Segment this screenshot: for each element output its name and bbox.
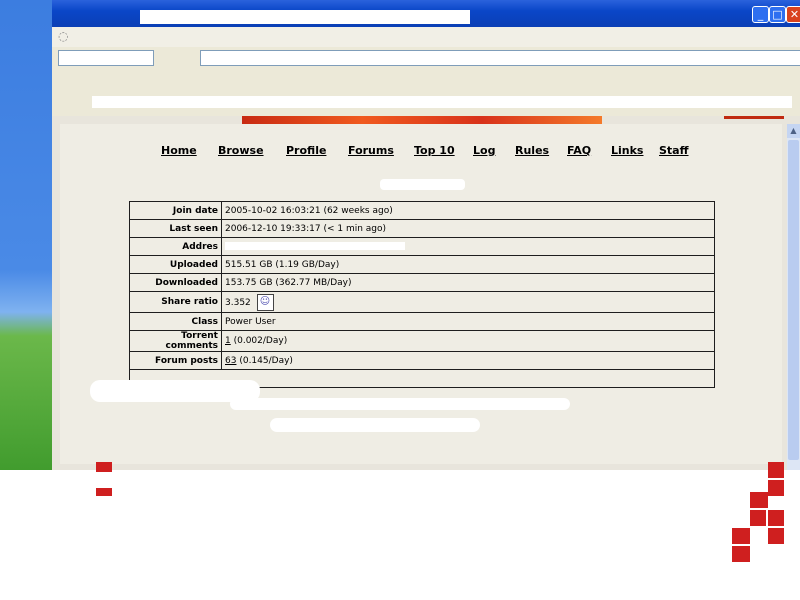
share-ratio-label: Share ratio xyxy=(129,291,222,313)
browser-toolbar: ◌ xyxy=(52,27,800,47)
nav-faq[interactable]: FAQ xyxy=(567,144,591,157)
nav-forums[interactable]: Forums xyxy=(348,144,394,157)
last-seen-label: Last seen xyxy=(129,219,222,238)
nav-top10[interactable]: Top 10 xyxy=(414,144,455,157)
site-banner xyxy=(242,116,602,124)
nav-home[interactable]: Home xyxy=(161,144,197,157)
main-nav: Home Browse Profile Forums Top 10 Log Ru… xyxy=(60,144,782,162)
address-label: Addres xyxy=(129,237,222,256)
nav-browse[interactable]: Browse xyxy=(218,144,264,157)
join-date-label: Join date xyxy=(129,201,222,220)
class-label: Class xyxy=(129,312,222,331)
torrent-comments-link[interactable]: 1 xyxy=(225,336,231,346)
decoration-square xyxy=(732,528,750,544)
address-row xyxy=(52,47,800,69)
loading-throbber-icon: ◌ xyxy=(58,29,69,43)
decoration-square xyxy=(96,488,112,496)
ratio-smiley-icon: ☺ xyxy=(256,293,274,311)
decoration-square xyxy=(750,510,766,526)
banner-accent xyxy=(724,116,784,119)
table-row xyxy=(90,369,715,432)
forum-posts-rate: (0.145/Day) xyxy=(239,355,293,366)
search-field[interactable] xyxy=(58,50,154,66)
page-content: Home Browse Profile Forums Top 10 Log Ru… xyxy=(60,124,782,464)
table-row: Downloaded 153.75 GB (362.77 MB/Day) xyxy=(129,273,715,292)
maximize-button[interactable]: □ xyxy=(769,6,786,23)
decoration-square xyxy=(768,462,784,478)
address-redacted xyxy=(225,242,405,250)
nav-log[interactable]: Log xyxy=(473,144,495,157)
downloaded-value: 153.75 GB (362.77 MB/Day) xyxy=(221,273,715,292)
username-redacted xyxy=(380,179,465,190)
table-row: Forum posts 63 (0.145/Day) xyxy=(129,351,715,370)
nav-rules[interactable]: Rules xyxy=(515,144,549,157)
redacted-area xyxy=(0,470,60,600)
nav-profile[interactable]: Profile xyxy=(286,144,326,157)
nav-staff[interactable]: Staff xyxy=(659,144,689,157)
page-viewport: ▲ Home Browse Profile Forums Top 10 Log … xyxy=(52,116,800,470)
class-value: Power User xyxy=(221,312,715,331)
decoration-square xyxy=(768,528,784,544)
uploaded-label: Uploaded xyxy=(129,255,222,274)
user-details-table: Join date 2005-10-02 16:03:21 (62 weeks … xyxy=(90,201,715,432)
window-titlebar[interactable] xyxy=(52,0,800,27)
share-ratio-value: 3.352 xyxy=(225,297,251,308)
window-title-redacted xyxy=(140,10,470,24)
redacted-taskbar xyxy=(100,585,800,597)
table-row: Share ratio 3.352 ☺ xyxy=(129,291,715,313)
torrent-comments-rate: (0.002/Day) xyxy=(233,336,288,346)
decoration-square xyxy=(732,546,750,562)
downloaded-label: Downloaded xyxy=(129,273,222,292)
decoration-square xyxy=(96,462,112,472)
table-row: Last seen 2006-12-10 19:33:17 (< 1 min a… xyxy=(129,219,715,238)
table-row: Addres xyxy=(129,237,715,256)
scroll-up-arrow-icon[interactable]: ▲ xyxy=(787,124,800,138)
table-row: Uploaded 515.51 GB (1.19 GB/Day) xyxy=(129,255,715,274)
address-value xyxy=(221,237,715,256)
last-seen-value: 2006-12-10 19:33:17 (< 1 min ago) xyxy=(221,219,715,238)
scroll-thumb[interactable] xyxy=(788,140,799,460)
address-bar[interactable] xyxy=(200,50,800,66)
tab-strip xyxy=(52,69,800,116)
forum-posts-cell: 63 (0.145/Day) xyxy=(221,351,715,370)
decoration-square xyxy=(750,492,768,508)
tabs-redacted xyxy=(92,96,792,108)
uploaded-value: 515.51 GB (1.19 GB/Day) xyxy=(221,255,715,274)
torrent-comments-cell: 1 (0.002/Day) xyxy=(221,330,715,352)
table-row: Join date 2005-10-02 16:03:21 (62 weeks … xyxy=(129,201,715,220)
torrent-comments-label: Torrent comments xyxy=(129,330,222,352)
redacted-blot xyxy=(230,398,570,410)
redacted-cell xyxy=(90,369,715,432)
decoration-square xyxy=(768,510,784,526)
decoration-square xyxy=(768,480,784,496)
share-ratio-cell: 3.352 ☺ xyxy=(221,291,715,313)
minimize-button[interactable]: _ xyxy=(752,6,769,23)
vertical-scrollbar[interactable]: ▲ xyxy=(787,124,800,470)
forum-posts-label: Forum posts xyxy=(129,351,222,370)
nav-links[interactable]: Links xyxy=(611,144,643,157)
redacted-blot xyxy=(270,418,480,432)
join-date-value: 2005-10-02 16:03:21 (62 weeks ago) xyxy=(221,201,715,220)
forum-posts-link[interactable]: 63 xyxy=(225,356,236,366)
close-button[interactable]: ✕ xyxy=(786,6,800,23)
table-row: Class Power User xyxy=(129,312,715,331)
table-row: Torrent comments 1 (0.002/Day) xyxy=(129,330,715,352)
